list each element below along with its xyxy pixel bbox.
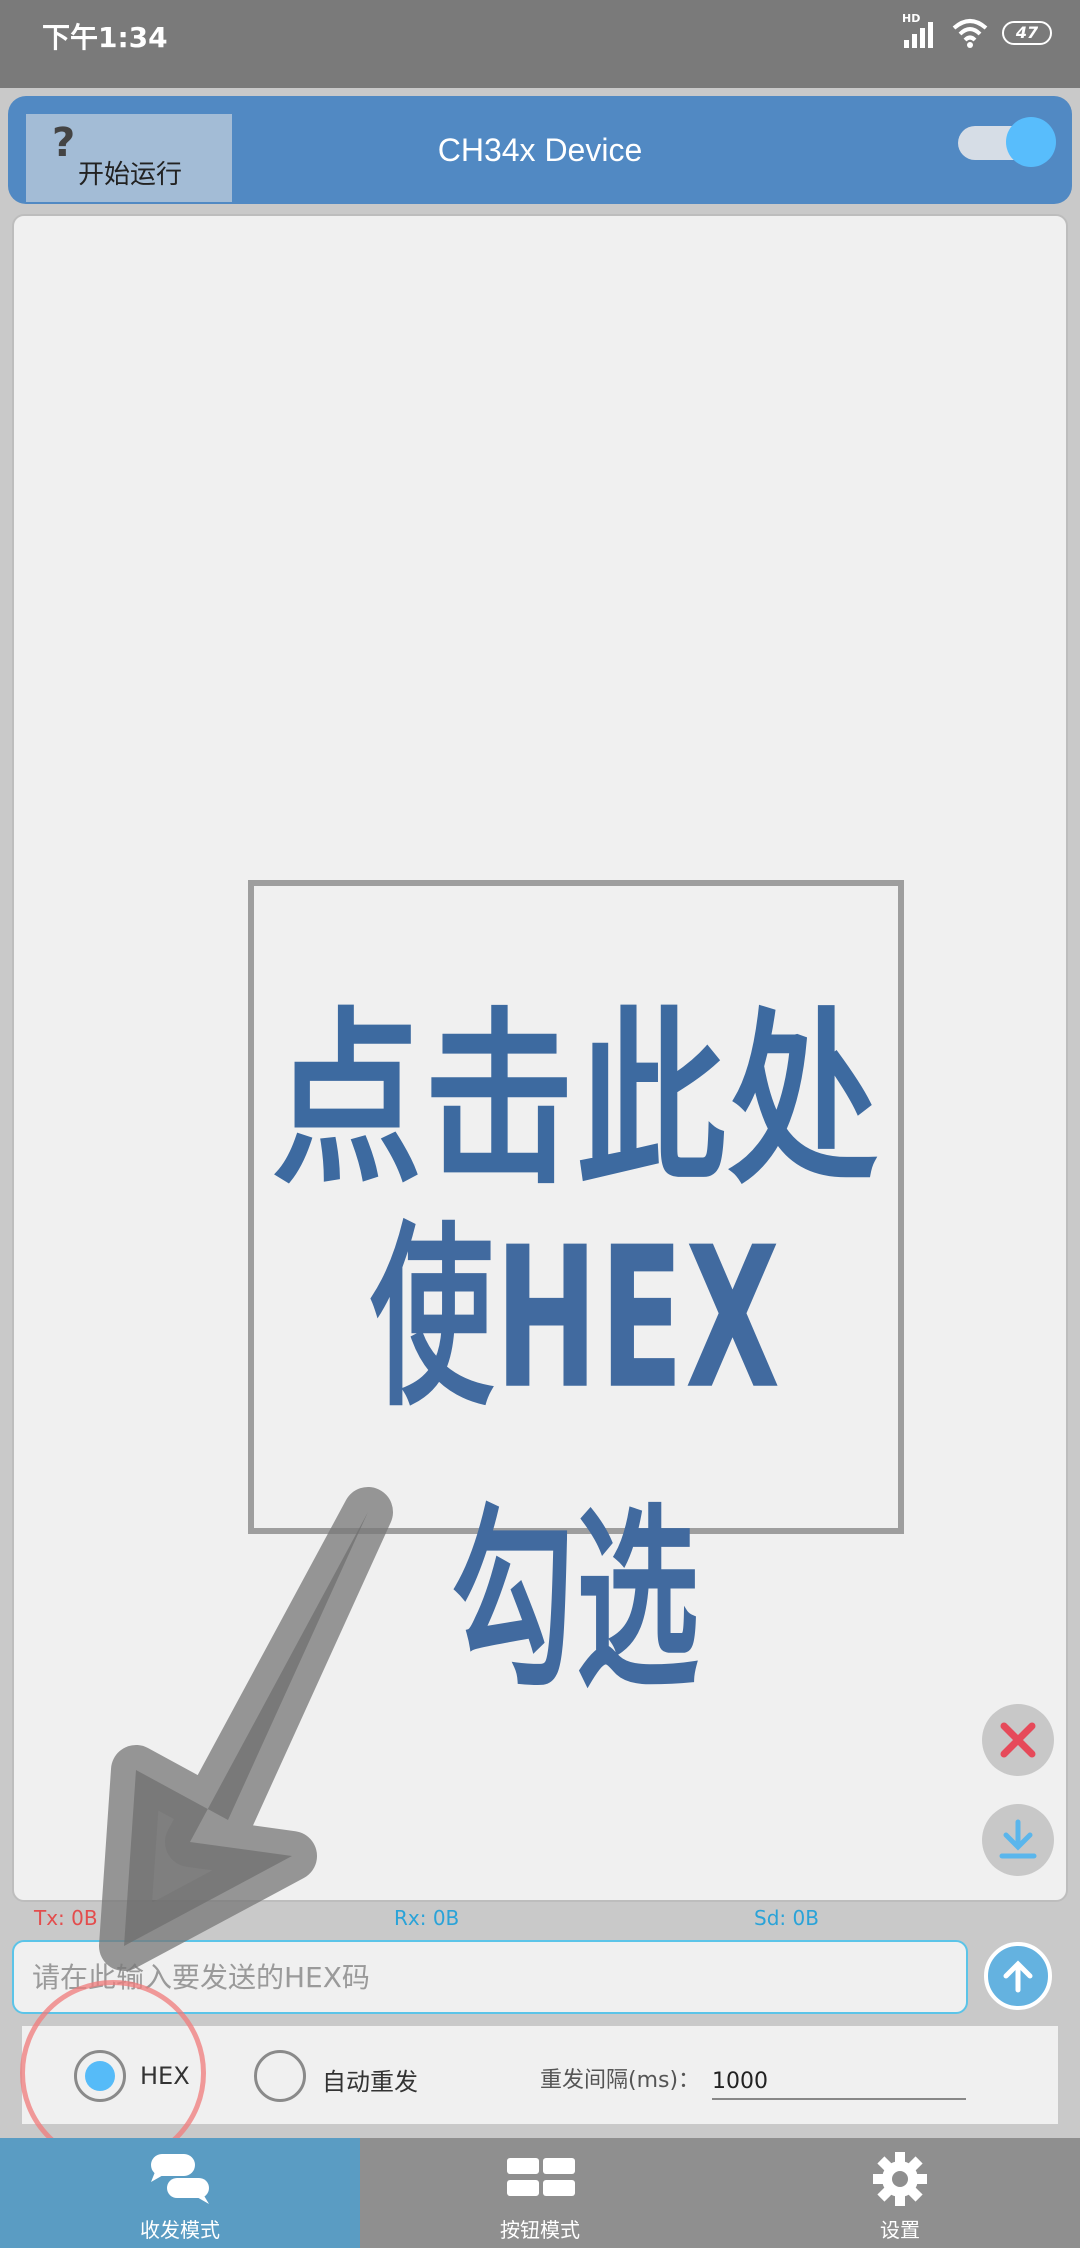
- download-icon: [999, 1819, 1037, 1859]
- arrow-up-icon: [1003, 1960, 1033, 1993]
- save-log-button[interactable]: [982, 1804, 1054, 1876]
- close-icon: [1000, 1722, 1036, 1758]
- status-time: 下午1:34: [42, 21, 168, 54]
- nav-tab-send-receive[interactable]: 收发模式: [0, 2138, 360, 2248]
- auto-resend-label: 自动重发: [322, 2068, 418, 2096]
- status-bar: 下午1:34 HD 47: [0, 0, 1080, 88]
- nav-label-settings: 设置: [880, 2218, 920, 2242]
- battery-indicator: 47: [1002, 21, 1052, 45]
- sd-counter: Sd: 0B: [754, 1906, 819, 1930]
- device-title: CH34x Device: [437, 132, 643, 168]
- grid-buttons-icon: [507, 2158, 575, 2196]
- tutorial-overlay-box: 点击此处 使HEX勾选: [248, 880, 904, 1715]
- resend-interval-label: 重发间隔(ms)：: [540, 2068, 701, 2093]
- app-header: ? 开始运行 CH34x Device: [8, 96, 1072, 204]
- connection-toggle[interactable]: [958, 117, 1056, 167]
- signal-icon: HD: [902, 12, 938, 48]
- bottom-navigation: 收发模式 按钮模式 设置: [0, 2138, 1080, 2248]
- chat-icon: [151, 2154, 209, 2204]
- toggle-knob: [1006, 117, 1056, 167]
- nav-label-button-mode: 按钮模式: [500, 2218, 580, 2242]
- send-button[interactable]: [984, 1942, 1052, 2010]
- resend-interval-input[interactable]: [712, 2054, 966, 2100]
- nav-label-send-receive: 收发模式: [140, 2218, 220, 2242]
- nav-tab-settings[interactable]: 设置: [720, 2138, 1080, 2248]
- rx-counter: Rx: 0B: [394, 1906, 460, 1930]
- byte-counters: Tx: 0B Rx: 0B Sd: 0B: [0, 1906, 1080, 1938]
- gear-icon: [873, 2152, 927, 2206]
- status-icons: HD 47: [902, 12, 1052, 48]
- tx-counter: Tx: 0B: [34, 1906, 98, 1930]
- clear-log-button[interactable]: [982, 1704, 1054, 1776]
- tutorial-text-line2: 使HEX勾选: [370, 1206, 782, 1715]
- auto-resend-radio[interactable]: [254, 2050, 306, 2102]
- wifi-icon: [952, 19, 988, 48]
- network-type: HD: [902, 12, 921, 25]
- nav-tab-button-mode[interactable]: 按钮模式: [360, 2138, 720, 2248]
